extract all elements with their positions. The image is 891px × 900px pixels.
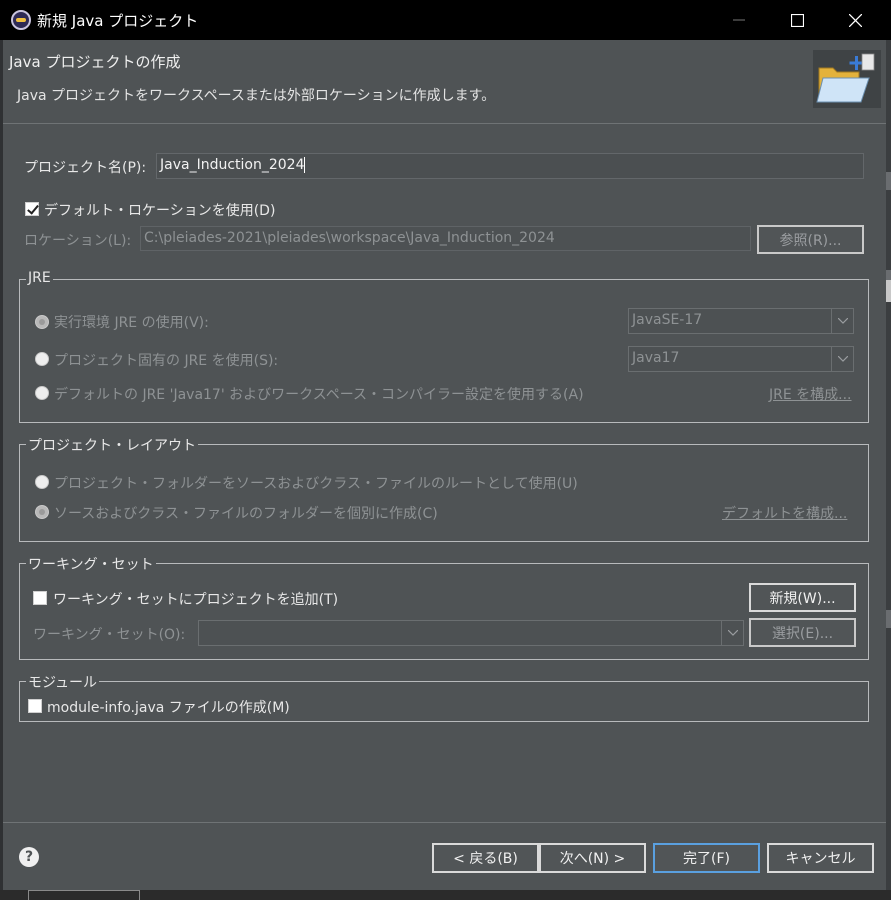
chevron-down-icon <box>831 347 853 371</box>
right-edge <box>886 0 891 900</box>
maximize-button[interactable] <box>768 0 826 40</box>
add-to-working-set-label[interactable]: ワーキング・セットにプロジェクトを追加(T) <box>53 589 338 609</box>
footer-separator <box>3 822 886 823</box>
chevron-down-icon <box>721 621 743 645</box>
project-jre-value: Java17 <box>632 350 680 366</box>
minimize-button[interactable] <box>710 0 768 40</box>
jre-default-label: デフォルトの JRE 'Java17' およびワークスペース・コンパイラー設定を… <box>54 387 584 403</box>
select-working-set-button[interactable]: 選択(E)... <box>749 618 856 647</box>
jre-execution-env-radio[interactable] <box>35 315 49 329</box>
help-icon[interactable]: ? <box>19 847 39 867</box>
create-module-info-label[interactable]: module-info.java ファイルの作成(M) <box>47 697 290 717</box>
working-sets-group-title: ワーキング・セット <box>26 554 156 574</box>
minimize-icon <box>733 19 745 21</box>
window-title: 新規 Java プロジェクト <box>37 11 199 30</box>
chevron-down-icon <box>831 309 853 333</box>
next-button[interactable]: 次へ(N) > <box>539 843 646 873</box>
new-java-project-folder-icon <box>813 50 881 108</box>
project-name-value: Java_Induction_2024 <box>160 157 305 173</box>
use-default-location-label[interactable]: デフォルト・ロケーションを使用(D) <box>44 200 275 220</box>
working-sets-select[interactable] <box>198 620 744 646</box>
project-layout-group <box>19 444 869 542</box>
wizard-header: Java プロジェクトの作成 Java プロジェクトをワークスペースまたは外部ロ… <box>3 40 886 124</box>
location-label: ロケーション(L): <box>24 233 132 249</box>
use-default-location-checkbox[interactable] <box>25 202 39 216</box>
jre-default-radio[interactable] <box>35 386 49 400</box>
add-to-working-set-checkbox[interactable] <box>33 591 47 605</box>
configure-jre-link[interactable]: JRE を構成... <box>769 384 852 404</box>
text-cursor <box>304 157 306 173</box>
new-java-project-dialog: 新規 Java プロジェクト Java プロジェクトの作成 Java プロジェク… <box>0 0 891 900</box>
project-name-label: プロジェクト名(P): <box>24 160 147 176</box>
wizard-title: Java プロジェクトの作成 <box>9 53 181 71</box>
cancel-button[interactable]: キャンセル <box>767 843 874 873</box>
close-button[interactable] <box>826 0 884 40</box>
title-bar: 新規 Java プロジェクト <box>0 0 891 40</box>
browse-location-button[interactable]: 参照(R)... <box>757 225 864 254</box>
working-sets-label: ワーキング・セット(O): <box>33 627 186 643</box>
close-icon <box>848 13 862 27</box>
location-input[interactable]: C:\pleiades-2021\pleiades\workspace\Java… <box>140 226 751 251</box>
left-edge <box>0 0 3 900</box>
eclipse-app-icon <box>11 10 31 30</box>
back-button[interactable]: < 戻る(B) <box>432 843 539 873</box>
execution-env-value: JavaSE-17 <box>632 312 703 328</box>
module-group-title: モジュール <box>26 672 100 692</box>
project-jre-select[interactable]: Java17 <box>628 346 854 372</box>
execution-env-select[interactable]: JavaSE-17 <box>628 308 854 334</box>
new-working-set-button[interactable]: 新規(W)... <box>749 583 856 612</box>
jre-group-title: JRE <box>26 270 53 286</box>
maximize-icon <box>790 13 804 27</box>
background-tab <box>28 890 140 900</box>
project-layout-group-title: プロジェクト・レイアウト <box>26 435 198 455</box>
wizard-description: Java プロジェクトをワークスペースまたは外部ロケーションに作成します。 <box>17 88 496 104</box>
layout-separate-folders-radio[interactable] <box>35 505 49 519</box>
jre-execution-env-label: 実行環境 JRE の使用(V): <box>54 315 209 331</box>
layout-project-folder-label: プロジェクト・フォルダーをソースおよびクラス・ファイルのルートとして使用(U) <box>54 476 578 492</box>
layout-separate-folders-label: ソースおよびクラス・ファイルのフォルダーを個別に作成(C) <box>54 506 438 522</box>
jre-project-specific-label: プロジェクト固有の JRE を使用(S): <box>54 353 279 369</box>
jre-project-specific-radio[interactable] <box>35 352 49 366</box>
layout-project-folder-radio[interactable] <box>35 475 49 489</box>
background-window-strip <box>0 890 891 900</box>
create-module-info-checkbox[interactable] <box>28 699 42 713</box>
finish-button[interactable]: 完了(F) <box>653 843 760 873</box>
project-name-input[interactable]: Java_Induction_2024 <box>156 153 864 179</box>
configure-default-link[interactable]: デフォルトを構成... <box>722 503 847 523</box>
